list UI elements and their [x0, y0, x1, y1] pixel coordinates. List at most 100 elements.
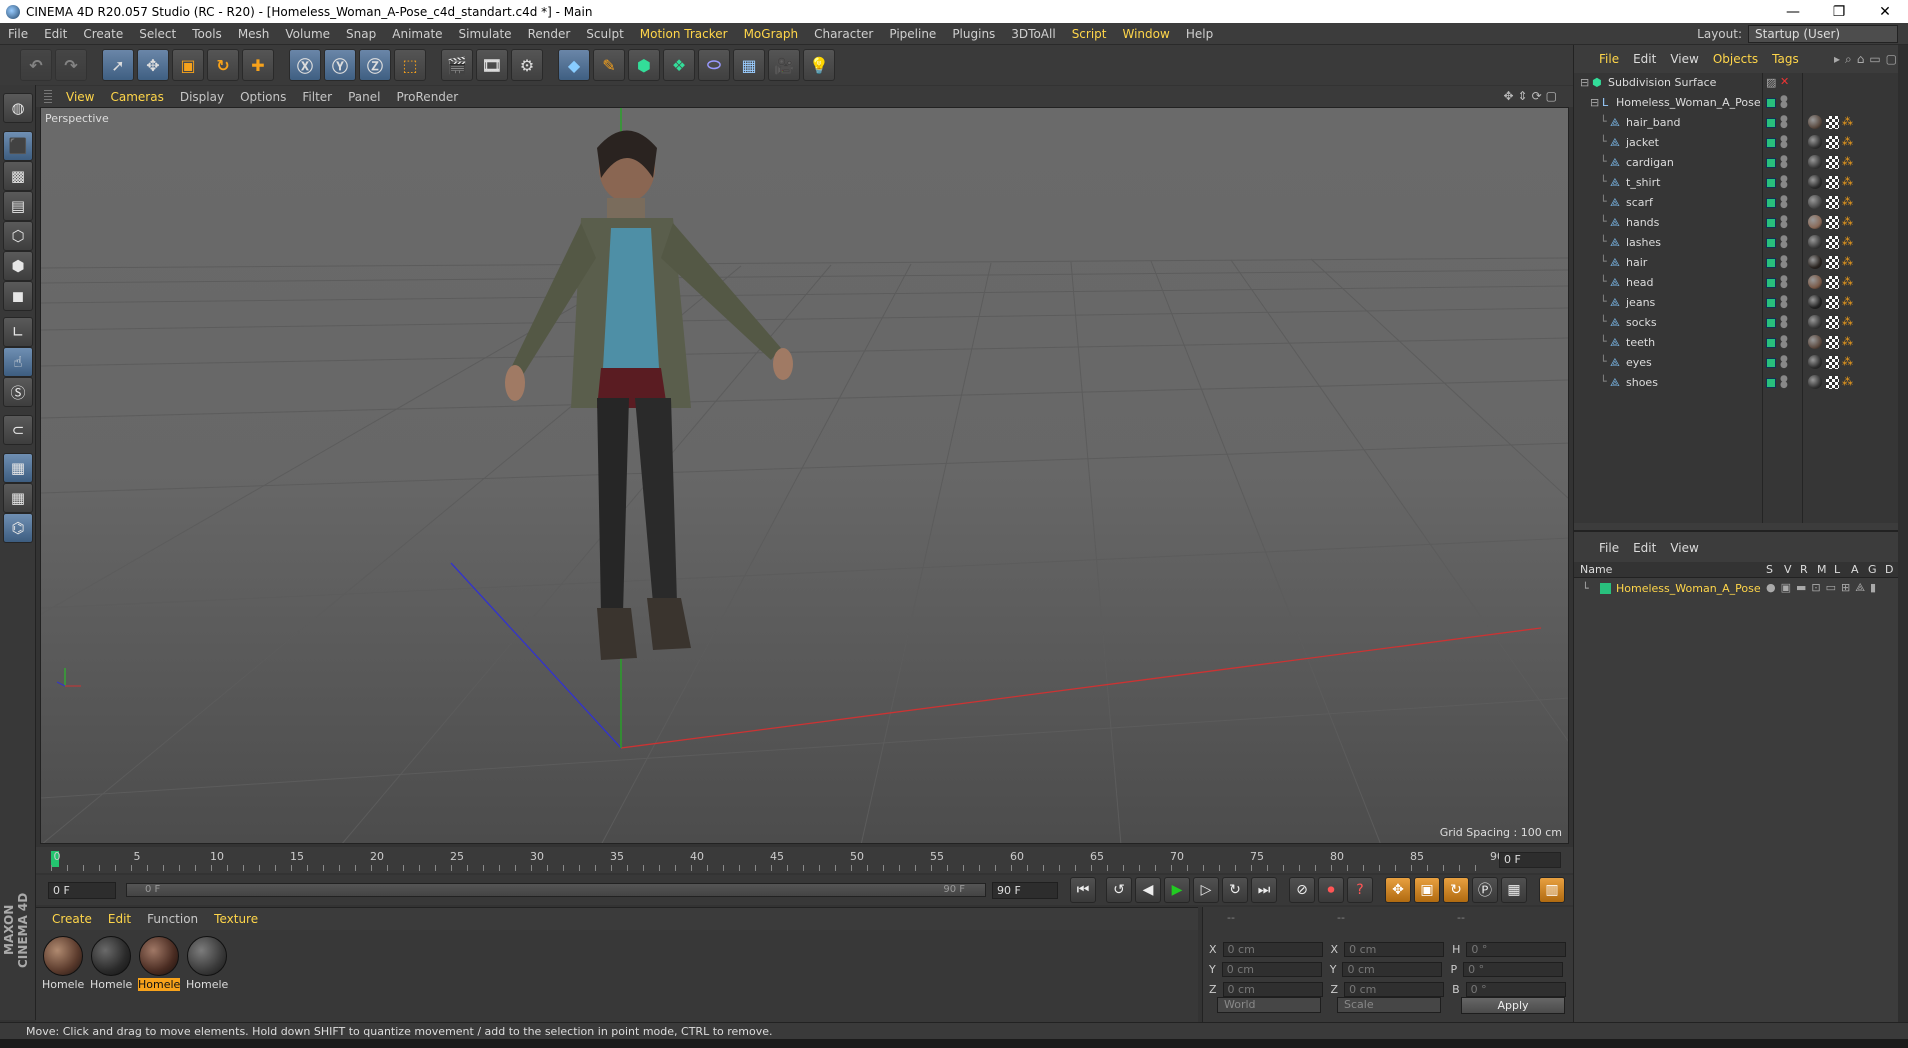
scale-x-field[interactable]: 0 cm	[1344, 941, 1445, 957]
material-tag-icon[interactable]	[1808, 135, 1822, 149]
viewport-menu-filter[interactable]: Filter	[294, 90, 340, 104]
right-edge-scrollbar[interactable]	[1898, 45, 1908, 1022]
frame-range-slider[interactable]: 0 F 90 F	[126, 883, 986, 897]
phong-tag-icon[interactable]: ⁂	[1842, 235, 1853, 248]
phong-tag-icon[interactable]: ⁂	[1842, 275, 1853, 288]
viewport-nav-icons[interactable]: ✥⇕⟳▢	[1503, 89, 1561, 103]
col-generators[interactable]: G	[1868, 563, 1877, 576]
material-tag-icon[interactable]	[1808, 235, 1822, 249]
tweak-mode-icon[interactable]: ☝	[3, 347, 33, 377]
edges-mode-icon[interactable]: ⬢	[3, 251, 33, 281]
redo-icon[interactable]: ↷	[55, 49, 87, 81]
uvw-tag-icon[interactable]	[1826, 376, 1839, 389]
make-editable-icon[interactable]: ◍	[3, 93, 33, 123]
col-render[interactable]: R	[1800, 563, 1808, 576]
menu-render[interactable]: Render	[520, 27, 579, 41]
layers-menu-edit[interactable]: Edit	[1626, 541, 1663, 555]
minimize-button[interactable]: —	[1770, 0, 1816, 23]
phong-tag-icon[interactable]: ⁂	[1842, 215, 1853, 228]
axis-mode-icon[interactable]: ∟	[3, 317, 33, 347]
visibility-dots[interactable]: ● ●	[1780, 95, 1788, 110]
perspective-viewport[interactable]: Perspective Grid Spacing : 100 cm	[40, 107, 1569, 844]
menu-3dtoall[interactable]: 3DToAll	[1003, 27, 1063, 41]
phong-tag-icon[interactable]: ⁂	[1842, 155, 1853, 168]
quantize-icon[interactable]: ▦	[3, 483, 33, 513]
position-z-field[interactable]: 0 cm	[1222, 981, 1323, 997]
material-tag-icon[interactable]	[1808, 255, 1822, 269]
material-tag-icon[interactable]	[1808, 115, 1822, 129]
deformer-icon[interactable]: ⬭	[698, 49, 730, 81]
phong-tag-icon[interactable]: ⁂	[1842, 355, 1853, 368]
x-axis-lock-icon[interactable]: Ⓧ	[289, 49, 321, 81]
collapse-icon[interactable]: ⊟	[1590, 96, 1599, 109]
objects-menu-file[interactable]: File	[1592, 52, 1626, 66]
object-manager-nav-icons[interactable]: ▸⌕⌂▭▢	[1834, 52, 1902, 67]
disabled-x-icon[interactable]: ✕	[1780, 75, 1789, 88]
object-row-hair-band[interactable]: └ ⟁ hair_band ● ● ⁂	[1574, 113, 1908, 133]
layer-row[interactable]: └ Homeless_Woman_A_Pose ●▣▬⊡▭⊞⟁▮	[1574, 580, 1908, 598]
object-row-shoes[interactable]: └ ⟁ shoes ● ● ⁂	[1574, 373, 1908, 393]
layer-color-swatch[interactable]	[1766, 358, 1776, 368]
start-frame-field[interactable]: 0 F	[48, 881, 116, 899]
layer-color-swatch[interactable]	[1600, 583, 1611, 594]
menu-create[interactable]: Create	[75, 27, 131, 41]
apply-button[interactable]: Apply	[1461, 997, 1565, 1014]
subdivision-generator-icon[interactable]: ⬢	[628, 49, 660, 81]
material-item-selected[interactable]: Homele:	[138, 936, 180, 996]
material-item[interactable]: Homele:	[90, 936, 132, 996]
record-keys-icon[interactable]: ⊘	[1289, 877, 1315, 903]
coordinate-system-icon[interactable]: ⬚	[394, 49, 426, 81]
viewport-menu-options[interactable]: Options	[232, 90, 294, 104]
uvw-tag-icon[interactable]	[1826, 136, 1839, 149]
position-x-field[interactable]: 0 cm	[1222, 941, 1323, 957]
timeline-ruler[interactable]: 0 5 10 15 20 25 30 35 40 45 50 55 60 65 …	[36, 847, 1573, 873]
rotation-p-field[interactable]: 0 °	[1463, 961, 1564, 977]
solo-mode-icon[interactable]: Ⓢ	[3, 377, 33, 407]
cube-primitive-icon[interactable]: ◆	[558, 49, 590, 81]
visibility-dots[interactable]: ● ●	[1780, 355, 1788, 370]
object-row-subdivision-surface[interactable]: ⊟ ⬢ Subdivision Surface ▨ ✕	[1574, 73, 1908, 93]
python-icon[interactable]: ⌬	[3, 513, 33, 543]
menu-mograph[interactable]: MoGraph	[736, 27, 807, 41]
layer-color-swatch[interactable]	[1766, 138, 1776, 148]
snap-icon[interactable]: ⊂	[3, 415, 33, 445]
undo-icon[interactable]: ↶	[20, 49, 52, 81]
layer-color-swatch[interactable]	[1766, 158, 1776, 168]
restore-button[interactable]: ❐	[1816, 0, 1862, 23]
move-tool-icon[interactable]: ✥	[137, 49, 169, 81]
menu-edit[interactable]: Edit	[36, 27, 75, 41]
menu-animate[interactable]: Animate	[384, 27, 450, 41]
rotation-b-field[interactable]: 0 °	[1465, 981, 1566, 997]
visibility-dots[interactable]: ● ●	[1780, 255, 1788, 270]
object-row-socks[interactable]: └ ⟁ socks ● ● ⁂	[1574, 313, 1908, 333]
uvw-tag-icon[interactable]	[1826, 336, 1839, 349]
viewport-menu-panel[interactable]: Panel	[340, 90, 388, 104]
visibility-dots[interactable]: ● ●	[1780, 375, 1788, 390]
material-menu-texture[interactable]: Texture	[206, 912, 266, 926]
key-position-icon[interactable]: ✥	[1385, 877, 1411, 903]
object-row-scarf[interactable]: └ ⟁ scarf ● ● ⁂	[1574, 193, 1908, 213]
camera-icon[interactable]: 🎥	[768, 49, 800, 81]
phong-tag-icon[interactable]: ⁂	[1842, 175, 1853, 188]
material-menu-create[interactable]: Create	[44, 912, 100, 926]
col-animation[interactable]: A	[1851, 563, 1859, 576]
col-name[interactable]: Name	[1580, 563, 1612, 576]
go-to-start-icon[interactable]: ⏮	[1070, 877, 1096, 903]
uvw-tag-icon[interactable]	[1826, 356, 1839, 369]
end-frame-field[interactable]: 90 F	[992, 881, 1058, 899]
texture-mode-icon[interactable]: ▩	[3, 161, 33, 191]
col-view[interactable]: V	[1784, 563, 1792, 576]
menu-motion-tracker[interactable]: Motion Tracker	[632, 27, 736, 41]
material-tag-icon[interactable]	[1808, 335, 1822, 349]
model-mode-icon[interactable]: ⬛	[3, 131, 33, 161]
col-manager[interactable]: M	[1817, 563, 1827, 576]
visibility-dots[interactable]: ● ●	[1780, 175, 1788, 190]
transform-mode-dropdown[interactable]: Scale	[1337, 997, 1441, 1013]
workplane-mode-icon[interactable]: ▤	[3, 191, 33, 221]
z-axis-lock-icon[interactable]: Ⓩ	[359, 49, 391, 81]
array-generator-icon[interactable]: ❖	[663, 49, 695, 81]
object-row-teeth[interactable]: └ ⟁ teeth ● ● ⁂	[1574, 333, 1908, 353]
collapse-icon[interactable]: ⊟	[1580, 76, 1589, 89]
rotate-tool-icon[interactable]: ↻	[207, 49, 239, 81]
uvw-tag-icon[interactable]	[1826, 176, 1839, 189]
